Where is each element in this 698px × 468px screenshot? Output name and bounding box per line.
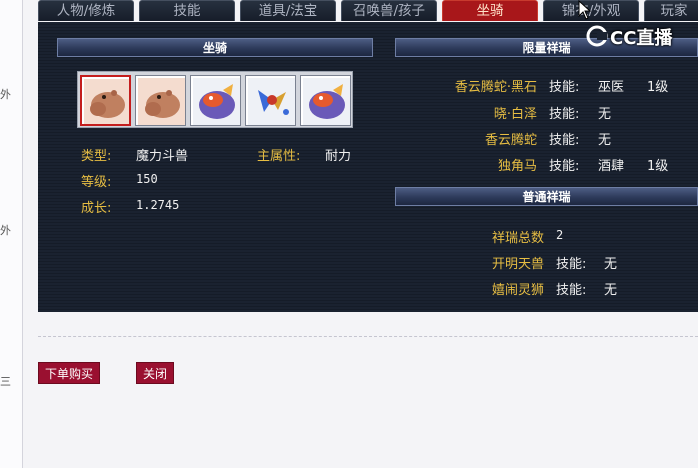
growth-label: 成长: bbox=[81, 201, 112, 216]
tab-character[interactable]: 人物/修炼 bbox=[38, 0, 134, 21]
limited-item-skill-label: 技能: bbox=[549, 80, 580, 95]
left-sidebar: 外 外 三 bbox=[0, 0, 23, 468]
cc-logo-icon bbox=[586, 25, 608, 47]
limited-item-skill: 无 bbox=[598, 133, 612, 148]
level-label: 等级: bbox=[81, 175, 112, 190]
left-mark: 三 bbox=[0, 375, 11, 388]
left-mark: 外 bbox=[0, 88, 11, 101]
hippo-mount-icon[interactable] bbox=[135, 75, 186, 126]
tab-items[interactable]: 道具/法宝 bbox=[240, 0, 336, 21]
limited-item-name: 香云腾蛇·黑石 bbox=[454, 80, 537, 95]
mount-header: 坐骑 bbox=[57, 38, 373, 57]
left-mark: 外 bbox=[0, 224, 11, 237]
normal-item-skill: 无 bbox=[604, 283, 618, 298]
tab-mount[interactable]: 坐骑 bbox=[442, 0, 538, 21]
limited-item-skill: 巫医 bbox=[598, 80, 625, 95]
cc-watermark: CC直播 bbox=[610, 28, 673, 49]
main-attr-value: 耐力 bbox=[325, 149, 352, 164]
limited-item-level: 1级 bbox=[647, 80, 669, 95]
total-label: 祥瑞总数 bbox=[491, 231, 544, 246]
limited-item-skill-label: 技能: bbox=[549, 159, 580, 174]
normal-item-skill-label: 技能: bbox=[556, 257, 587, 272]
level-value: 150 bbox=[136, 172, 158, 186]
kite-mount-icon[interactable] bbox=[245, 75, 296, 126]
buy-button[interactable]: 下单购买 bbox=[38, 362, 100, 384]
limited-item-skill-label: 技能: bbox=[549, 107, 580, 122]
limited-item-skill-label: 技能: bbox=[549, 133, 580, 148]
tab-summons[interactable]: 召唤兽/孩子 bbox=[341, 0, 437, 21]
dragon-mount-icon[interactable] bbox=[300, 75, 351, 126]
limited-item-skill: 无 bbox=[598, 107, 612, 122]
normal-header: 普通祥瑞 bbox=[395, 187, 698, 206]
growth-value: 1.2745 bbox=[136, 198, 180, 212]
limited-item-name: 香云腾蛇 bbox=[484, 133, 537, 148]
limited-item-name: 独角马 bbox=[497, 159, 537, 174]
main-attr-label: 主属性: bbox=[257, 149, 301, 164]
tab-bar: 人物/修炼 技能 道具/法宝 召唤兽/孩子 坐骑 锦衣/外观 玩家 bbox=[38, 0, 698, 22]
normal-item-skill-label: 技能: bbox=[556, 283, 587, 298]
total-value: 2 bbox=[556, 228, 564, 242]
tab-player[interactable]: 玩家 bbox=[644, 0, 698, 21]
type-value: 魔力斗兽 bbox=[136, 149, 189, 164]
type-label: 类型: bbox=[81, 149, 112, 164]
close-button[interactable]: 关闭 bbox=[136, 362, 174, 384]
limited-item-skill: 酒肆 bbox=[598, 159, 625, 174]
tab-skills[interactable]: 技能 bbox=[139, 0, 235, 21]
limited-item-name: 晓·白泽 bbox=[493, 107, 537, 122]
limited-item-level: 1级 bbox=[647, 159, 669, 174]
hippo-mount-icon[interactable] bbox=[80, 75, 131, 126]
dragon-mount-icon[interactable] bbox=[190, 75, 241, 126]
mount-icon-strip bbox=[77, 71, 353, 128]
divider bbox=[38, 336, 698, 337]
normal-item-skill: 无 bbox=[604, 257, 618, 272]
normal-item-name: 开明天兽 bbox=[491, 257, 544, 272]
normal-item-name: 嬉闹灵狮 bbox=[491, 283, 544, 298]
mouse-cursor-icon bbox=[578, 0, 592, 20]
